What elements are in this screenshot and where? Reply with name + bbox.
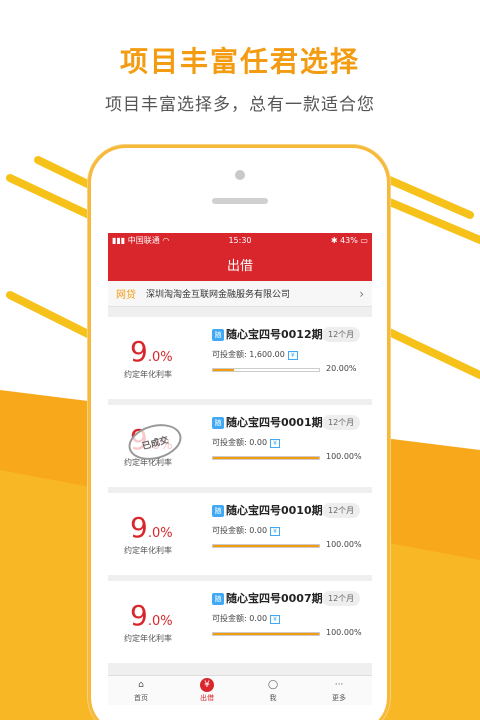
progress-bar (212, 456, 320, 460)
app-screen: ▮▮▮ 中国联通 ◠ 15:30 ✱ 43% ▭ 出借 网贷 深圳淘淘金互联网金… (108, 233, 372, 705)
yen-icon: ¥ (270, 439, 280, 448)
available-label: 可投金额: 1,600.00 (212, 350, 285, 359)
rate-value: 9.0% (130, 511, 173, 544)
wifi-icon: ◠ (162, 235, 170, 245)
tab-label: 我 (269, 694, 277, 702)
provider-name: 深圳淘淘金互联网金融服务有限公司 (146, 290, 291, 300)
rate-decimal: .0% (147, 614, 173, 629)
status-carrier: ▮▮▮ 中国联通 ◠ (112, 235, 170, 245)
rate-value: 9.0% (130, 335, 173, 368)
tab-label: 出借 (200, 694, 214, 702)
progress-percent: 100.00% (326, 628, 362, 637)
camera-icon (235, 170, 245, 180)
status-bar: ▮▮▮ 中国联通 ◠ 15:30 ✱ 43% ▭ (108, 233, 372, 247)
yen-icon: ¥ (200, 678, 214, 692)
product-badge: 随 (212, 593, 224, 605)
tab-home[interactable]: ⌂ 首页 (108, 676, 174, 705)
tab-yen[interactable]: ¥ 出借 (174, 676, 240, 705)
tab-label: 更多 (332, 694, 346, 702)
product-card[interactable]: 9.0%约定年化利率随随心宝四号0001期12个月可投金额: 0.00¥100.… (108, 405, 372, 487)
product-badge: 随 (212, 329, 224, 341)
available-label: 可投金额: 0.00 (212, 438, 268, 447)
progress-fill (213, 633, 319, 635)
progress-percent: 20.00% (326, 364, 357, 373)
rate-label: 约定年化利率 (124, 634, 172, 643)
provider-row[interactable]: 网贷 深圳淘淘金互联网金融服务有限公司 › (108, 281, 372, 307)
available-amount: 可投金额: 0.00 ¥ (212, 613, 280, 624)
tab-bar: ⌂ 首页 ¥ 出借 ◯ 我 ··· 更多 (108, 675, 372, 705)
tab-label: 首页 (134, 694, 148, 702)
yen-icon: ¥ (287, 351, 298, 360)
rate-label: 约定年化利率 (124, 546, 172, 555)
yen-icon: ¥ (270, 527, 280, 536)
progress-fill (213, 369, 235, 371)
product-badge: 随 (212, 505, 224, 517)
rate-integer: 9 (130, 599, 148, 632)
product-name: 随心宝四号0001期 (226, 416, 323, 429)
product-card[interactable]: 9.0% 约定年化利率随随心宝四号0007期 12个月 可投金额: 0.00 ¥100.… (108, 581, 372, 663)
page-title: 出借 (108, 247, 372, 281)
term-badge: 12个月 (322, 503, 361, 518)
term-badge: 12个月 (322, 327, 361, 342)
yen-icon: ¥ (270, 615, 280, 624)
rate-decimal: .0% (147, 526, 173, 541)
speaker-grill (212, 198, 268, 204)
hero-headline: 项目丰富任君选择 (119, 45, 360, 78)
bluetooth-icon: ✱ (330, 235, 338, 245)
product-name: 随心宝四号0012期 (226, 328, 323, 341)
product-card[interactable]: 9.0% 约定年化利率随随心宝四号0010期 12个月 可投金额: 0.00 ¥100.… (108, 493, 372, 575)
rate-integer: 9 (130, 335, 148, 368)
user-icon: ◯ (267, 680, 279, 690)
product-name: 随心宝四号0010期 (226, 504, 323, 517)
tab-more[interactable]: ··· 更多 (306, 676, 372, 705)
available-amount: 可投金额: 1,600.00 ¥ (212, 349, 298, 360)
progress-percent: 100.00% (326, 540, 362, 549)
hero-subheadline: 项目丰富选择多，总有一款适合您 (105, 95, 375, 115)
available-label: 可投金额: 0.00 (212, 614, 268, 623)
signal-icon: ▮▮▮ (112, 235, 126, 245)
progress-bar (212, 544, 320, 548)
progress-fill (213, 457, 319, 459)
tab-user[interactable]: ◯ 我 (240, 676, 306, 705)
available-amount: 可投金额: 0.00 ¥ (212, 437, 280, 448)
progress-bar (212, 368, 320, 372)
status-time: 15:30 (228, 235, 252, 245)
status-right: ✱ 43% ▭ (330, 235, 368, 245)
available-amount: 可投金额: 0.00 ¥ (212, 525, 280, 536)
chevron-right-icon: › (359, 286, 364, 301)
progress-fill (213, 545, 319, 547)
rate-integer: 9 (130, 511, 148, 544)
progress-percent: 100.00% (326, 452, 362, 461)
rate-label: 约定年化利率 (124, 370, 172, 379)
available-label: 可投金额: 0.00 (212, 526, 268, 535)
provider-tag: 网贷 (116, 290, 136, 301)
product-badge: 随 (212, 417, 224, 429)
home-icon: ⌂ (138, 680, 144, 690)
product-name: 随心宝四号0007期 (226, 592, 323, 605)
rate-value: 9.0% (130, 599, 173, 632)
progress-bar (212, 632, 320, 636)
term-badge: 12个月 (322, 591, 361, 606)
term-badge: 12个月 (322, 415, 361, 430)
rate-decimal: .0% (147, 350, 173, 365)
more-icon: ··· (334, 680, 344, 690)
product-card[interactable]: 9.0% 约定年化利率 随随心宝四号0012期 12个月可投金额: 1,600.00 ¥… (108, 317, 372, 399)
battery-icon: ▭ (360, 235, 368, 245)
